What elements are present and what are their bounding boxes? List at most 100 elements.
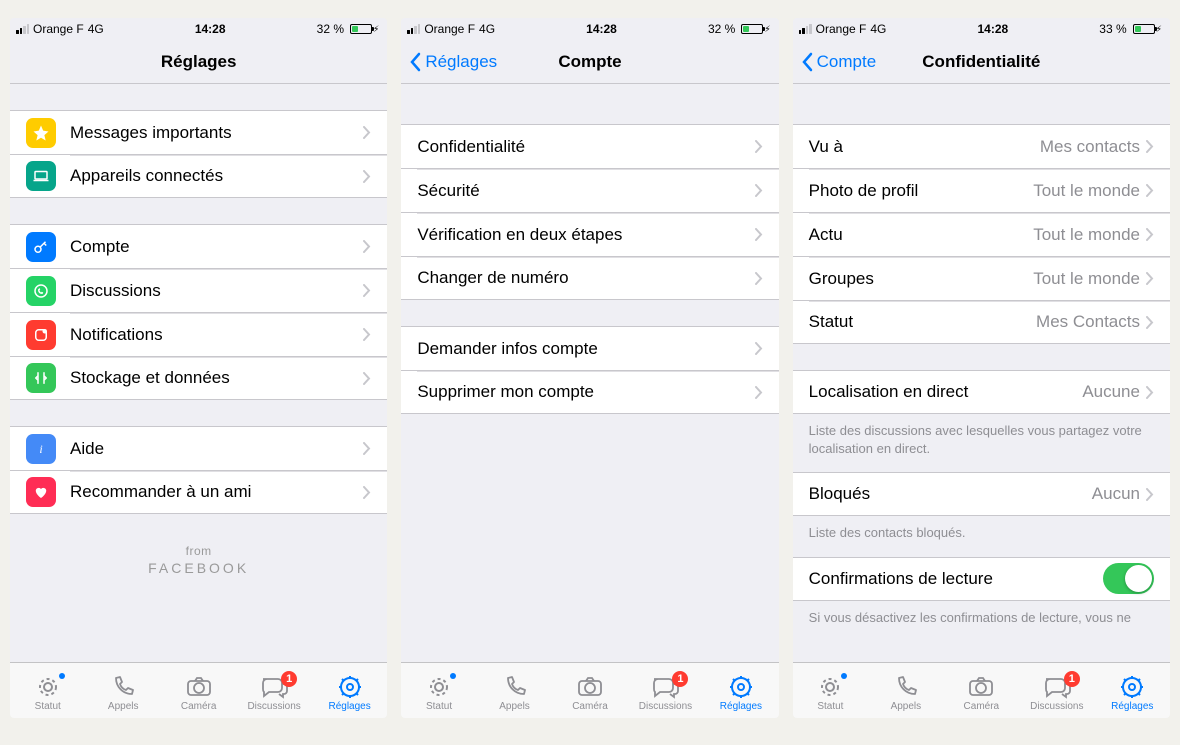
chevron-right-icon — [755, 140, 763, 153]
chevron-right-icon — [1146, 488, 1154, 501]
chevron-right-icon — [363, 284, 371, 297]
footer-live-location: Liste des discussions avec lesquelles vo… — [793, 414, 1170, 462]
signal-icon — [16, 24, 29, 34]
badge: 1 — [281, 671, 297, 687]
tab-statut[interactable]: Statut — [793, 663, 868, 718]
chevron-left-icon — [801, 52, 813, 72]
signal-icon — [407, 24, 420, 34]
status-bar: Orange F 4G 14:28 33 % ⚡︎ — [793, 18, 1170, 40]
info-icon: i — [26, 434, 56, 464]
row-profile-photo[interactable]: Photo de profil Tout le monde — [793, 168, 1170, 212]
chevron-right-icon — [1146, 228, 1154, 241]
from-facebook-footer: from FACEBOOK — [10, 514, 387, 580]
row-groups[interactable]: Groupes Tout le monde — [793, 256, 1170, 300]
chevron-right-icon — [755, 272, 763, 285]
row-label: Vérification en deux étapes — [417, 225, 754, 245]
tab-appels[interactable]: Appels — [85, 663, 160, 718]
tab-reglages[interactable]: Réglages — [1095, 663, 1170, 718]
row-change-number[interactable]: Changer de numéro — [401, 256, 778, 300]
tab-camera[interactable]: Caméra — [161, 663, 236, 718]
tab-discussions[interactable]: 1 Discussions — [628, 663, 703, 718]
tab-discussions[interactable]: 1 Discussions — [1019, 663, 1094, 718]
tab-camera[interactable]: Caméra — [944, 663, 1019, 718]
back-label: Compte — [817, 52, 877, 72]
star-icon — [26, 118, 56, 148]
row-detail: Tout le monde — [1033, 225, 1140, 245]
tab-discussions[interactable]: 1 Discussions — [236, 663, 311, 718]
tab-appels[interactable]: Appels — [477, 663, 552, 718]
row-request-info[interactable]: Demander infos compte — [401, 326, 778, 370]
row-label: Supprimer mon compte — [417, 382, 754, 402]
row-live-location[interactable]: Localisation en direct Aucune — [793, 370, 1170, 414]
carrier-label: Orange F — [424, 22, 475, 36]
chevron-right-icon — [363, 126, 371, 139]
back-label: Réglages — [425, 52, 497, 72]
row-label: Appareils connectés — [70, 166, 363, 186]
row-help[interactable]: i Aide — [10, 426, 387, 470]
row-privacy[interactable]: Confidentialité — [401, 124, 778, 168]
row-about[interactable]: Actu Tout le monde — [793, 212, 1170, 256]
tab-reglages[interactable]: Réglages — [703, 663, 778, 718]
battery-icon: ⚡︎ — [739, 24, 770, 35]
tab-appels[interactable]: Appels — [868, 663, 943, 718]
row-label: Photo de profil — [809, 181, 1034, 201]
row-status[interactable]: Statut Mes Contacts — [793, 300, 1170, 344]
row-label: Messages importants — [70, 123, 363, 143]
row-storage[interactable]: Stockage et données — [10, 356, 387, 400]
row-security[interactable]: Sécurité — [401, 168, 778, 212]
tab-label: Caméra — [964, 701, 1000, 712]
tab-label: Réglages — [720, 701, 762, 712]
read-receipts-switch[interactable] — [1103, 563, 1154, 594]
row-notifications[interactable]: Notifications — [10, 312, 387, 356]
tab-label: Réglages — [328, 701, 370, 712]
tab-label: Appels — [891, 701, 922, 712]
nav-title: Confidentialité — [922, 52, 1040, 72]
carrier-label: Orange F — [816, 22, 867, 36]
tabbar: Statut Appels Caméra 1 Discussions Régla… — [401, 662, 778, 718]
row-blocked[interactable]: Bloqués Aucun — [793, 472, 1170, 516]
row-read-receipts[interactable]: Confirmations de lecture — [793, 557, 1170, 601]
network-label: 4G — [88, 22, 104, 36]
row-chats[interactable]: Discussions — [10, 268, 387, 312]
laptop-icon — [26, 161, 56, 191]
network-label: 4G — [479, 22, 495, 36]
tab-camera[interactable]: Caméra — [552, 663, 627, 718]
tab-label: Caméra — [572, 701, 608, 712]
tab-label: Statut — [817, 701, 843, 712]
battery-icon: ⚡︎ — [1131, 24, 1162, 35]
badge: 1 — [672, 671, 688, 687]
row-linked-devices[interactable]: Appareils connectés — [10, 154, 387, 198]
back-button[interactable]: Compte — [801, 40, 877, 83]
row-label: Discussions — [70, 281, 363, 301]
carrier-label: Orange F — [33, 22, 84, 36]
chevron-right-icon — [363, 372, 371, 385]
dot-indicator — [841, 673, 847, 679]
back-button[interactable]: Réglages — [409, 40, 497, 83]
screen-settings: Orange F 4G 14:28 32 % ⚡︎ Réglages Messa… — [10, 18, 387, 718]
row-label: Notifications — [70, 325, 363, 345]
row-label: Recommander à un ami — [70, 482, 363, 502]
row-delete-account[interactable]: Supprimer mon compte — [401, 370, 778, 414]
content-scroll[interactable]: Vu à Mes contacts Photo de profil Tout l… — [793, 84, 1170, 662]
row-label: Actu — [809, 225, 1034, 245]
footer-blocked: Liste des contacts bloqués. — [793, 516, 1170, 546]
chevron-right-icon — [363, 486, 371, 499]
content-scroll[interactable]: Messages importants Appareils connectés … — [10, 84, 387, 662]
row-label: Stockage et données — [70, 368, 363, 388]
row-label: Changer de numéro — [417, 268, 754, 288]
content-scroll[interactable]: Confidentialité Sécurité Vérification en… — [401, 84, 778, 662]
navbar: Réglages — [10, 40, 387, 84]
battery-percent: 32 % — [317, 22, 344, 36]
tab-reglages[interactable]: Réglages — [312, 663, 387, 718]
dot-indicator — [59, 673, 65, 679]
tab-statut[interactable]: Statut — [10, 663, 85, 718]
status-time: 14:28 — [886, 22, 1099, 36]
row-last-seen[interactable]: Vu à Mes contacts — [793, 124, 1170, 168]
tab-label: Discussions — [639, 701, 692, 712]
row-tell-a-friend[interactable]: Recommander à un ami — [10, 470, 387, 514]
tab-statut[interactable]: Statut — [401, 663, 476, 718]
row-starred-messages[interactable]: Messages importants — [10, 110, 387, 154]
key-icon — [26, 232, 56, 262]
row-account[interactable]: Compte — [10, 224, 387, 268]
row-two-step[interactable]: Vérification en deux étapes — [401, 212, 778, 256]
